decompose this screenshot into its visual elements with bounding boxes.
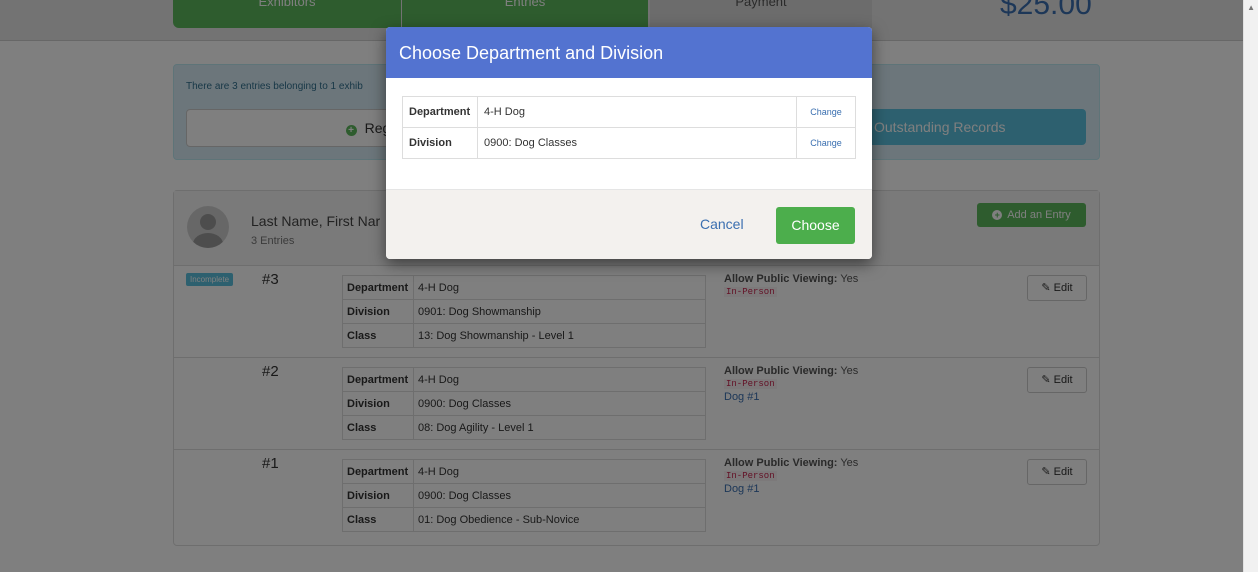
modal-footer: Cancel Choose (386, 189, 872, 259)
division-label: Division (402, 127, 478, 159)
choose-department-modal: Choose Department and Division Departmen… (386, 27, 872, 259)
scroll-up-icon[interactable]: ▲ (1247, 3, 1255, 12)
cancel-button[interactable]: Cancel (700, 216, 744, 232)
change-division-link[interactable]: Change (796, 127, 856, 159)
division-value: 0900: Dog Classes (477, 127, 797, 159)
department-label: Department (402, 96, 478, 128)
change-department-link[interactable]: Change (796, 96, 856, 128)
choose-button[interactable]: Choose (776, 207, 855, 244)
department-value: 4-H Dog (477, 96, 797, 128)
selection-table: Department 4-H Dog Change Division 0900:… (402, 96, 856, 159)
scrollbar[interactable]: ▲ (1243, 0, 1258, 572)
modal-title: Choose Department and Division (399, 43, 664, 63)
modal-header: Choose Department and Division (386, 27, 872, 78)
